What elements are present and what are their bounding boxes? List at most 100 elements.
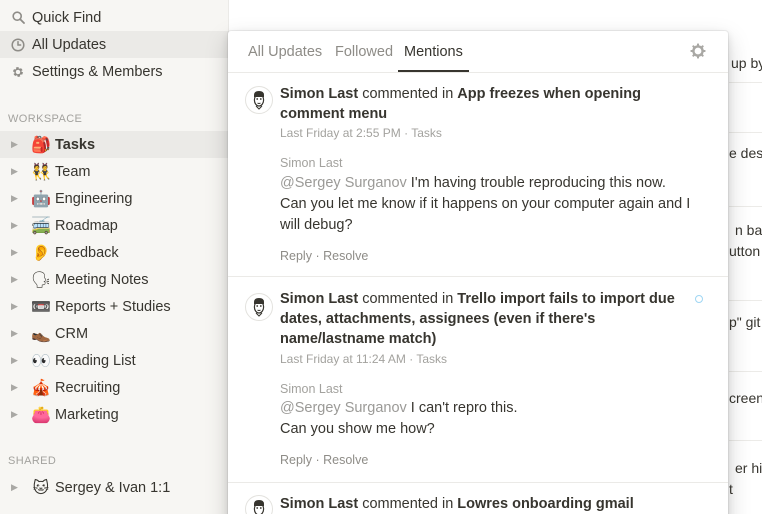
avatar [245, 495, 273, 514]
cat-face-icon: 🐱 [32, 479, 50, 497]
user-mention[interactable]: @Sergey Surganov [280, 400, 407, 416]
shared-header: SHARED [8, 455, 57, 467]
sidebar-item-label: CRM [55, 325, 89, 342]
sidebar-item-crm[interactable]: ▶ 👞 CRM [0, 320, 229, 347]
all-updates-label: All Updates [32, 36, 107, 53]
reply-button[interactable]: Reply [280, 249, 312, 263]
background-divider [729, 82, 762, 83]
sidebar-item-roadmap[interactable]: ▶ 🚎 Roadmap [0, 212, 229, 239]
workspace-header: WORKSPACE [8, 113, 83, 125]
expand-triangle-icon[interactable]: ▶ [11, 247, 19, 258]
resolve-button[interactable]: Resolve [323, 453, 368, 467]
mention-headline: Simon Last commented in Trello import fa… [280, 289, 695, 349]
all-updates-button[interactable]: All Updates [0, 31, 229, 58]
sidebar-item-engineering[interactable]: ▶ 🤖 Engineering [0, 185, 229, 212]
comment-body: @Sergey Surganov I can't repro this. Can… [280, 398, 710, 440]
mention-verb: commented in [362, 496, 454, 512]
expand-triangle-icon[interactable]: ▶ [11, 166, 19, 177]
mention-timestamp: Last Friday at 11:24 AM [280, 352, 406, 366]
expand-triangle-icon[interactable]: ▶ [11, 482, 19, 493]
updates-tabs: All Updates Followed Mentions [228, 31, 728, 73]
mention-location[interactable]: Tasks [416, 352, 447, 366]
sidebar-item-feedback[interactable]: ▶ 👂 Feedback [0, 239, 229, 266]
comment-text: Can you show me how? [280, 421, 435, 437]
reply-button[interactable]: Reply [280, 453, 312, 467]
sidebar-item-meeting-notes[interactable]: ▶ 🗣 Meeting Notes [0, 266, 229, 293]
sidebar-item-label: Tasks [55, 136, 96, 153]
mention-page-link[interactable]: name/lastname match) [280, 331, 436, 347]
mention-page-link[interactable]: Trello import fails to import due [457, 291, 675, 307]
sidebar-item-reading-list[interactable]: ▶ 👀 Reading List [0, 347, 229, 374]
active-tab-indicator [398, 70, 469, 72]
tab-followed[interactable]: Followed [335, 44, 393, 60]
sidebar-item-tasks[interactable]: ▶ 🎒 Tasks [0, 131, 229, 158]
sidebar-item-label: Feedback [55, 244, 119, 261]
sidebar-item-sergey-ivan[interactable]: ▶ 🐱 Sergey & Ivan 1:1 [0, 474, 229, 501]
resolve-button[interactable]: Resolve [323, 249, 368, 263]
action-separator: · [315, 453, 320, 467]
expand-triangle-icon[interactable]: ▶ [11, 220, 19, 231]
expand-triangle-icon[interactable]: ▶ [11, 355, 19, 366]
meta-separator: · [404, 126, 409, 140]
mention-user: Simon Last [280, 496, 359, 512]
trolleybus-icon: 🚎 [31, 217, 51, 235]
background-divider [729, 132, 762, 133]
quick-find-label: Quick Find [32, 9, 102, 26]
sidebar-item-label: Reading List [55, 352, 136, 369]
comment-text: I'm having trouble reproducing this now. [406, 175, 666, 191]
sidebar-item-label: Team [55, 163, 91, 180]
mention-meta: Last Friday at 2:55 PM · Tasks [280, 126, 442, 140]
purse-icon: 👛 [31, 406, 51, 424]
settings-members-button[interactable]: Settings & Members [0, 58, 229, 85]
unread-indicator[interactable] [695, 295, 703, 303]
user-mention[interactable]: @Sergey Surganov [280, 175, 407, 191]
circus-tent-icon: 🎪 [31, 379, 51, 397]
sidebar-item-team[interactable]: ▶ 👯 Team [0, 158, 229, 185]
clock-icon [10, 37, 26, 53]
sidebar-item-label: Roadmap [55, 217, 118, 234]
dancers-icon: 👯 [31, 163, 51, 181]
eyes-icon: 👀 [31, 352, 51, 370]
comment-text: will debug? [280, 217, 353, 233]
mention-page-link[interactable]: App freezes when opening [457, 86, 641, 102]
background-text-fragment: e desi [729, 145, 762, 161]
tab-all-updates[interactable]: All Updates [248, 44, 322, 60]
expand-triangle-icon[interactable]: ▶ [11, 274, 19, 285]
background-text-fragment: utton [729, 243, 761, 259]
comment-text: I can't repro this. [406, 400, 518, 416]
sidebar: Quick Find All Updates Settings & Member… [0, 0, 229, 514]
sidebar-item-marketing[interactable]: ▶ 👛 Marketing [0, 401, 229, 428]
mention-page-link[interactable]: comment menu [280, 106, 387, 122]
gear-icon[interactable] [690, 43, 708, 61]
avatar [245, 86, 273, 114]
expand-triangle-icon[interactable]: ▶ [11, 301, 19, 312]
shoe-icon: 👞 [31, 325, 51, 343]
tab-mentions[interactable]: Mentions [404, 44, 463, 60]
mention-page-link[interactable]: dates, attachments, assignees (even if t… [280, 311, 595, 327]
expand-triangle-icon[interactable]: ▶ [11, 193, 19, 204]
search-icon [10, 10, 26, 26]
sidebar-item-label: Marketing [55, 406, 119, 423]
comment-actions: Reply · Resolve [280, 249, 368, 263]
backpack-icon: 🎒 [31, 136, 51, 154]
robot-icon: 🤖 [31, 190, 51, 208]
comment-actions: Reply · Resolve [280, 453, 368, 467]
background-text-fragment: n bar [735, 222, 762, 238]
mention-verb: commented in [362, 86, 454, 102]
mention-meta: Last Friday at 11:24 AM · Tasks [280, 352, 447, 366]
expand-triangle-icon[interactable]: ▶ [11, 328, 19, 339]
gear-icon [10, 64, 26, 80]
videocassette-icon: 📼 [31, 298, 51, 316]
quick-find-button[interactable]: Quick Find [0, 4, 229, 31]
sidebar-item-recruiting[interactable]: ▶ 🎪 Recruiting [0, 374, 229, 401]
sidebar-item-reports-studies[interactable]: ▶ 📼 Reports + Studies [0, 293, 229, 320]
background-text-fragment: er hi [735, 460, 762, 476]
expand-triangle-icon[interactable]: ▶ [11, 139, 19, 150]
expand-triangle-icon[interactable]: ▶ [11, 409, 19, 420]
background-divider [729, 300, 762, 301]
mention-headline: Simon Last commented in Lowres onboardin… [280, 494, 680, 514]
comment-text: Can you let me know if it happens on you… [280, 196, 691, 212]
mention-user: Simon Last [280, 86, 359, 102]
mention-location[interactable]: Tasks [411, 126, 442, 140]
expand-triangle-icon[interactable]: ▶ [11, 382, 19, 393]
